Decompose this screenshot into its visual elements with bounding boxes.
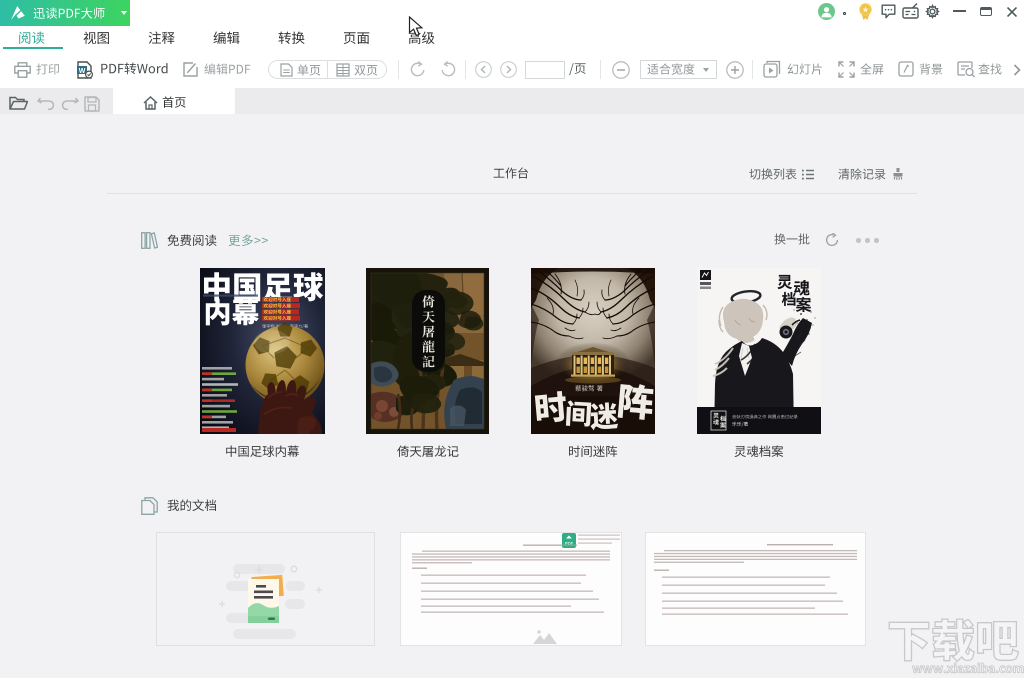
svg-text:W: W: [79, 68, 86, 75]
